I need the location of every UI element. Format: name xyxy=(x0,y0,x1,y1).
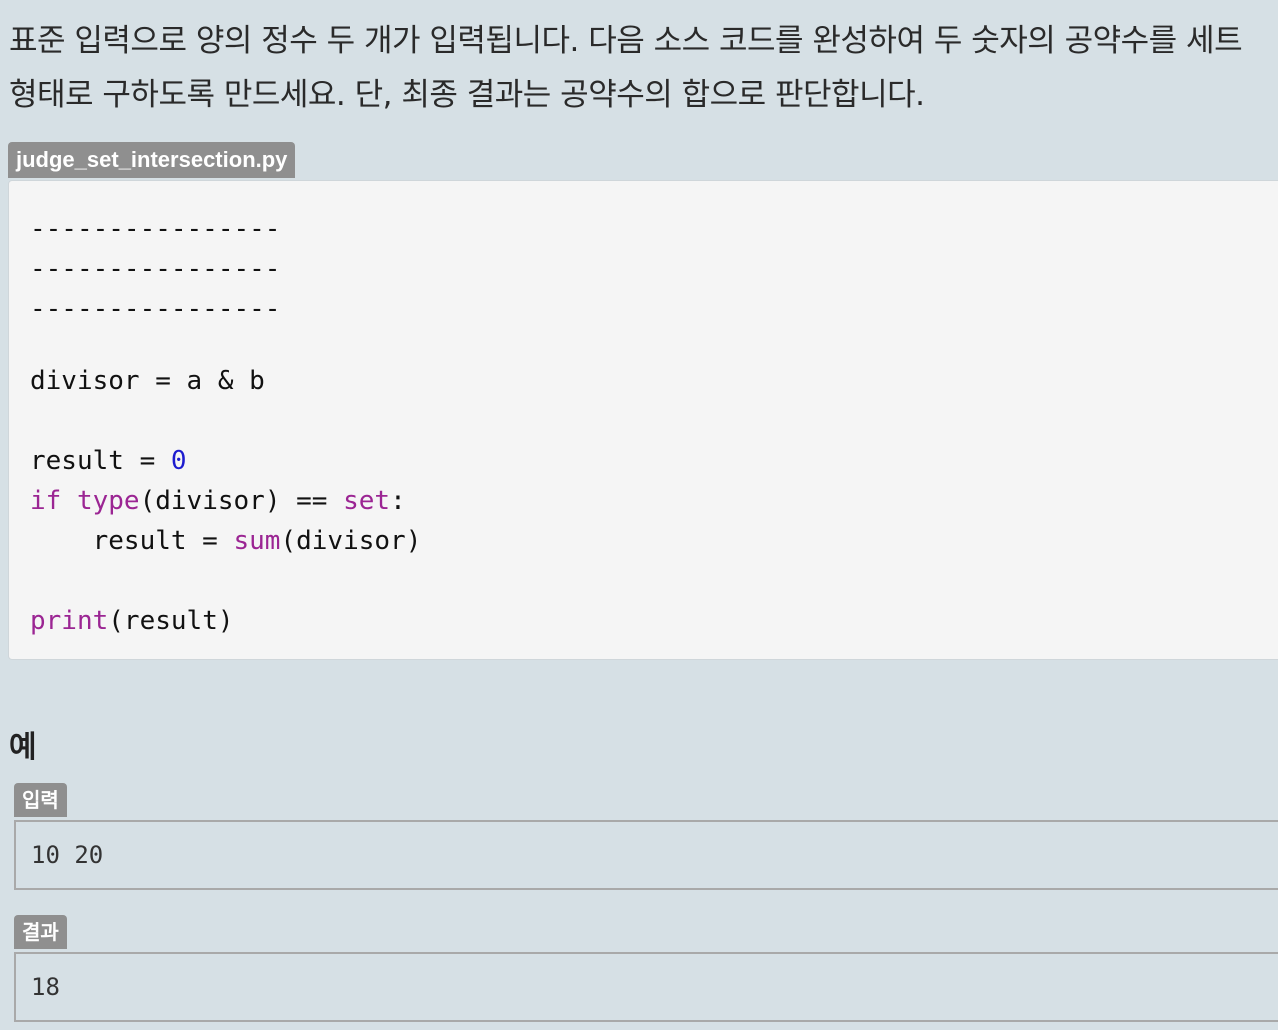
code-sum-line: result = sum(divisor) xyxy=(30,521,422,561)
output-value: 18 xyxy=(31,973,60,1001)
input-label-tag: 입력 xyxy=(14,783,67,817)
problem-line-1: 표준 입력으로 양의 정수 두 개가 입력됩니다. 다음 소스 코드를 완성하여… xyxy=(9,23,1243,59)
input-box: 10 20 xyxy=(14,820,1278,890)
code-keyword-print: print xyxy=(30,606,109,636)
code-text: (divisor) xyxy=(280,526,422,556)
code-print-line: print(result) xyxy=(30,601,234,641)
code-blank-line-1: ---------------- xyxy=(30,214,281,244)
code-result-init-line: result = 0 xyxy=(30,441,187,481)
code-text: (result) xyxy=(108,606,234,636)
code-number: 0 xyxy=(170,446,187,476)
code-keyword-set: set xyxy=(343,486,391,516)
code-keyword-type: type xyxy=(76,486,140,516)
code-text: result = xyxy=(30,446,171,476)
output-label-tag: 결과 xyxy=(14,915,67,949)
problem-description: 표준 입력으로 양의 정수 두 개가 입력됩니다. 다음 소스 코드를 완성하여… xyxy=(9,14,1278,122)
output-box: 18 xyxy=(14,952,1278,1022)
code-keyword-sum: sum xyxy=(233,526,281,556)
code-keyword-if: if xyxy=(30,486,62,516)
code-if-line: if type(divisor) == set: xyxy=(30,481,406,521)
code-text: (divisor) == xyxy=(139,486,344,516)
code-filename-tag: judge_set_intersection.py xyxy=(8,142,296,178)
input-value: 10 20 xyxy=(31,841,104,869)
code-text: : xyxy=(390,486,406,516)
example-heading: 예 xyxy=(9,730,37,765)
code-blank-line-2: ---------------- xyxy=(30,254,281,284)
code-divisor-line: divisor = a & b xyxy=(30,366,265,396)
code-blank-line-3: ---------------- xyxy=(30,294,281,324)
problem-line-2: 형태로 구하도록 만드세요. 단, 최종 결과는 공약수의 합으로 판단합니다. xyxy=(9,77,925,113)
code-text: result = xyxy=(30,526,234,556)
code-block: ---------------- ---------------- ------… xyxy=(8,180,1278,660)
